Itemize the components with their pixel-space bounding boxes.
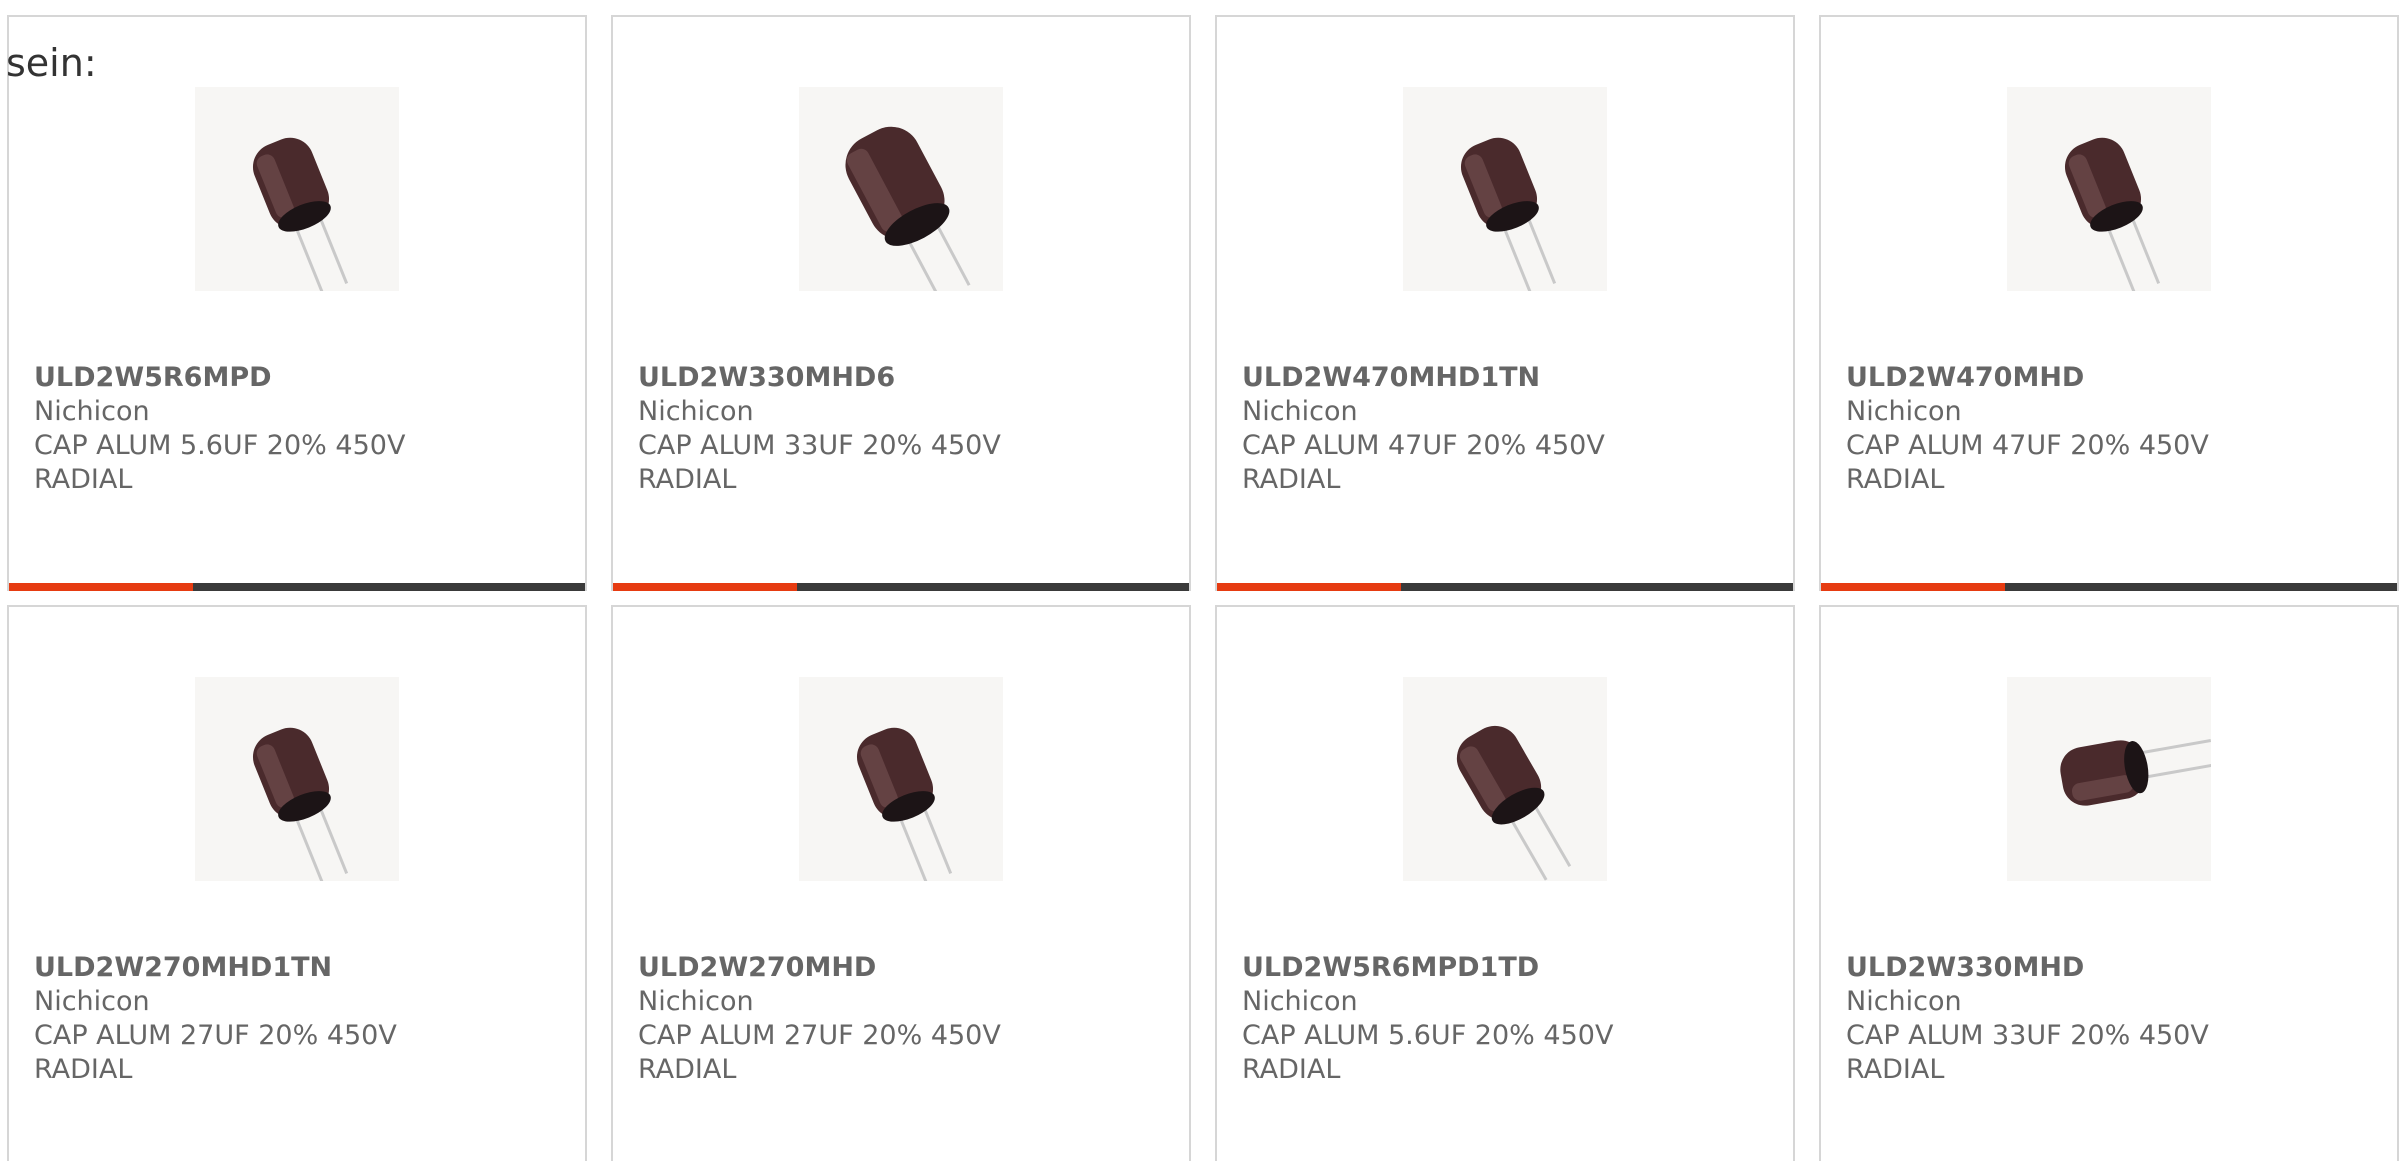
intro-text: sein: [6, 41, 97, 85]
product-info: ULD2W330MHD6 Nichicon CAP ALUM 33UF 20% … [638, 361, 1169, 497]
manufacturer: Nichicon [1242, 986, 1358, 1017]
capacitor-icon[interactable] [799, 677, 1003, 881]
capacitor-icon[interactable] [2007, 87, 2211, 291]
product-card[interactable]: ULD2W470MHD1TN Nichicon CAP ALUM 47UF 20… [1215, 15, 1795, 591]
manufacturer: Nichicon [638, 986, 754, 1017]
part-number[interactable]: ULD2W270MHD [638, 951, 1169, 985]
description: CAP ALUM 5.6UF 20% 450V [34, 430, 406, 461]
manufacturer: Nichicon [1846, 986, 1962, 1017]
description-package: RADIAL [1242, 1054, 1341, 1085]
manufacturer: Nichicon [34, 396, 150, 427]
product-info: ULD2W470MHD Nichicon CAP ALUM 47UF 20% 4… [1846, 361, 2377, 497]
product-card[interactable]: ULD2W5R6MPD Nichicon CAP ALUM 5.6UF 20% … [7, 15, 587, 591]
part-number[interactable]: ULD2W330MHD [1846, 951, 2377, 985]
product-card[interactable]: ULD2W330MHD6 Nichicon CAP ALUM 33UF 20% … [611, 15, 1191, 591]
capacitor-icon[interactable] [195, 677, 399, 881]
product-info: ULD2W270MHD Nichicon CAP ALUM 27UF 20% 4… [638, 951, 1169, 1087]
part-number[interactable]: ULD2W330MHD6 [638, 361, 1169, 395]
part-number[interactable]: ULD2W470MHD [1846, 361, 2377, 395]
part-number[interactable]: ULD2W5R6MPD [34, 361, 565, 395]
card-progress-bar [9, 583, 585, 591]
capacitor-icon[interactable] [195, 87, 399, 291]
product-card[interactable]: ULD2W5R6MPD1TD Nichicon CAP ALUM 5.6UF 2… [1215, 605, 1795, 1161]
description-package: RADIAL [34, 464, 133, 495]
description: CAP ALUM 33UF 20% 450V [638, 430, 1001, 461]
card-progress-bar [1217, 583, 1793, 591]
card-progress-fill [1821, 583, 2006, 591]
description: CAP ALUM 33UF 20% 450V [1846, 1020, 2209, 1051]
part-number[interactable]: ULD2W270MHD1TN [34, 951, 565, 985]
capacitor-icon[interactable] [1403, 677, 1607, 881]
description: CAP ALUM 47UF 20% 450V [1846, 430, 2209, 461]
description-package: RADIAL [34, 1054, 133, 1085]
description: CAP ALUM 27UF 20% 450V [638, 1020, 1001, 1051]
description: CAP ALUM 5.6UF 20% 450V [1242, 1020, 1614, 1051]
capacitor-icon[interactable] [1403, 87, 1607, 291]
product-info: ULD2W330MHD Nichicon CAP ALUM 33UF 20% 4… [1846, 951, 2377, 1087]
product-info: ULD2W5R6MPD Nichicon CAP ALUM 5.6UF 20% … [34, 361, 565, 497]
product-card[interactable]: ULD2W330MHD Nichicon CAP ALUM 33UF 20% 4… [1819, 605, 2399, 1161]
description-package: RADIAL [638, 1054, 737, 1085]
product-card[interactable]: ULD2W270MHD1TN Nichicon CAP ALUM 27UF 20… [7, 605, 587, 1161]
card-progress-fill [1217, 583, 1402, 591]
manufacturer: Nichicon [638, 396, 754, 427]
manufacturer: Nichicon [1242, 396, 1358, 427]
description-package: RADIAL [1242, 464, 1341, 495]
product-info: ULD2W470MHD1TN Nichicon CAP ALUM 47UF 20… [1242, 361, 1773, 497]
description-package: RADIAL [1846, 1054, 1945, 1085]
description: CAP ALUM 27UF 20% 450V [34, 1020, 397, 1051]
product-card[interactable]: ULD2W470MHD Nichicon CAP ALUM 47UF 20% 4… [1819, 15, 2399, 591]
capacitor-icon[interactable] [2007, 677, 2211, 881]
capacitor-icon[interactable] [799, 87, 1003, 291]
description-package: RADIAL [638, 464, 737, 495]
page: sein: ULD2W5R6MPD Nichicon CAP ALUM 5.6U… [0, 0, 2400, 1161]
card-progress-fill [613, 583, 798, 591]
part-number[interactable]: ULD2W5R6MPD1TD [1242, 951, 1773, 985]
description: CAP ALUM 47UF 20% 450V [1242, 430, 1605, 461]
card-progress-bar [613, 583, 1189, 591]
description-package: RADIAL [1846, 464, 1945, 495]
manufacturer: Nichicon [1846, 396, 1962, 427]
product-info: ULD2W270MHD1TN Nichicon CAP ALUM 27UF 20… [34, 951, 565, 1087]
card-progress-bar [1821, 583, 2397, 591]
product-card[interactable]: ULD2W270MHD Nichicon CAP ALUM 27UF 20% 4… [611, 605, 1191, 1161]
product-grid: ULD2W5R6MPD Nichicon CAP ALUM 5.6UF 20% … [7, 15, 2399, 1161]
product-info: ULD2W5R6MPD1TD Nichicon CAP ALUM 5.6UF 2… [1242, 951, 1773, 1087]
manufacturer: Nichicon [34, 986, 150, 1017]
card-progress-fill [9, 583, 194, 591]
part-number[interactable]: ULD2W470MHD1TN [1242, 361, 1773, 395]
